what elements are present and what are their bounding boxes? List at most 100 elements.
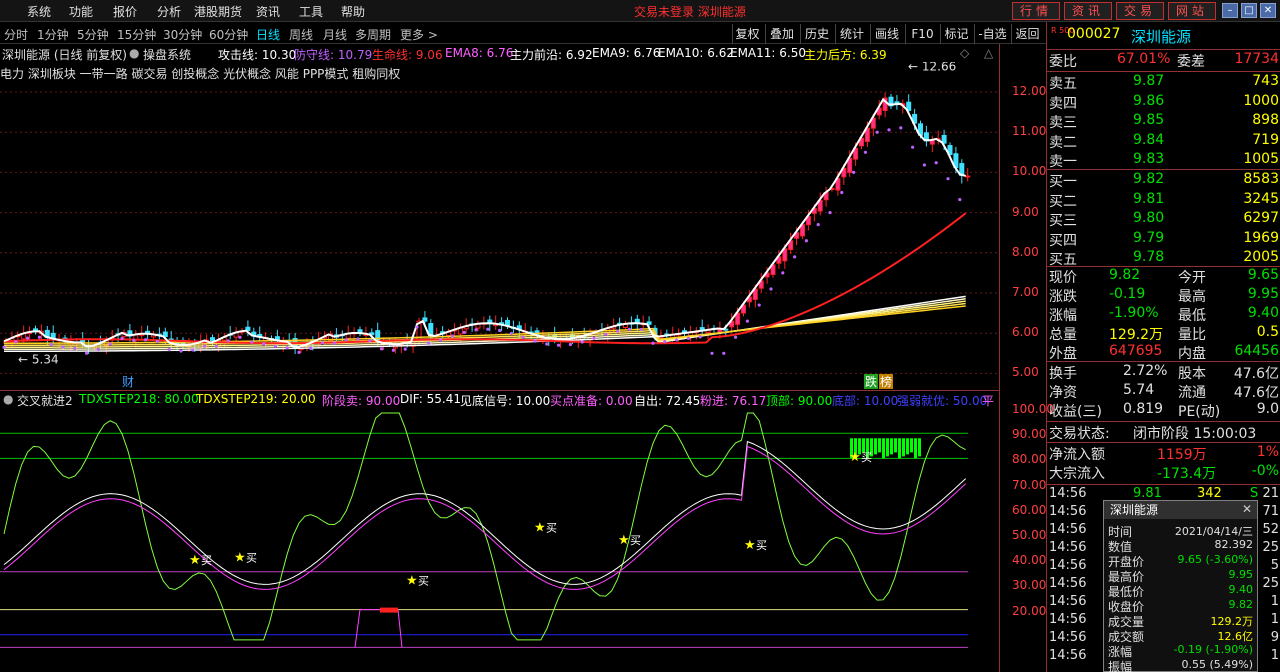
period-tab-4[interactable]: 30分钟: [163, 26, 202, 43]
tick-n: 1: [1270, 594, 1279, 609]
stat-value: -0.19: [1109, 286, 1146, 302]
top-zone-bar: [890, 438, 893, 455]
buy-star-icon: ★: [406, 573, 418, 588]
tick-time: 14:56: [1049, 594, 1087, 609]
ask-label: 卖二: [1049, 134, 1077, 151]
close-icon[interactable]: ✕: [1260, 3, 1276, 18]
stock-code: 000027: [1067, 26, 1121, 42]
period-tab-8[interactable]: 月线: [323, 26, 347, 43]
bid-price: 9.78: [1133, 249, 1165, 265]
tool-button-4[interactable]: 画线: [870, 24, 903, 44]
ask-vol: 898: [1252, 112, 1279, 128]
stat-label: 量比: [1178, 327, 1206, 343]
menu-item-3[interactable]: 分析: [157, 3, 181, 20]
tool-button-7[interactable]: -自选: [974, 24, 1010, 44]
period-tab-0[interactable]: 分时: [4, 26, 28, 43]
ask-label: 卖三: [1049, 115, 1077, 131]
tool-button-3[interactable]: 统计: [835, 24, 868, 44]
tool-button-5[interactable]: F10: [905, 24, 939, 44]
period-tab-1[interactable]: 1分钟: [37, 26, 69, 43]
minimize-icon[interactable]: –: [1222, 3, 1238, 18]
period-tab-6[interactable]: 日线: [256, 26, 280, 43]
tooltip-row: 振幅 0.55 (5.49%): [1104, 658, 1257, 672]
tool-button-6[interactable]: 标记: [940, 24, 972, 44]
buy-label: 买: [418, 574, 429, 587]
defense-dot: [486, 327, 490, 331]
top-button-1[interactable]: 资讯: [1064, 2, 1112, 20]
stat-row: 涨跌 -0.19 最高 9.95: [1047, 286, 1280, 305]
period-tab-9[interactable]: 多周期: [355, 26, 391, 43]
top-button-0[interactable]: 行情: [1012, 2, 1060, 20]
stat-label: PE(动): [1178, 404, 1221, 420]
menu-item-0[interactable]: 系统: [27, 3, 51, 20]
defense-dot: [474, 328, 478, 332]
finance-marker: 财: [122, 375, 134, 389]
menu-item-4[interactable]: 港股期货: [194, 3, 242, 20]
indicator-tick: 20.00: [1012, 603, 1047, 618]
tooltip-close-icon[interactable]: ✕: [1242, 502, 1252, 516]
menu-item-1[interactable]: 功能: [69, 3, 93, 20]
stat-row: 换手 2.72% 股本 47.6亿: [1047, 363, 1280, 382]
bid-vol: 2005: [1243, 249, 1279, 265]
indicator-dropdown-icon[interactable]: ●: [3, 392, 13, 406]
stat-row: 外盘 647695 内盘 64456: [1047, 343, 1280, 362]
stat-row: 收益(三) 0.819 PE(动) 9.0: [1047, 401, 1280, 420]
defense-dot: [793, 255, 797, 259]
defense-dot: [922, 163, 927, 167]
indicator-tick: 80.00: [1012, 452, 1047, 467]
tool-button-2[interactable]: 历史: [800, 24, 833, 44]
system-name[interactable]: 操盘系统: [143, 46, 191, 63]
stat-value: 9.40: [1247, 305, 1279, 321]
system-dropdown-icon[interactable]: ●: [129, 46, 139, 60]
defense-dot: [616, 329, 620, 333]
period-tab-10[interactable]: 更多 >: [400, 26, 438, 43]
stat-label: 涨幅: [1049, 308, 1077, 324]
defense-dot: [96, 347, 100, 352]
ask-row: 卖二 9.84 719: [1047, 132, 1280, 151]
indicator-tick: 70.00: [1012, 477, 1047, 492]
quote-header: R 500 000027 深圳能源: [1047, 26, 1280, 46]
stat-value: 5.74: [1123, 382, 1155, 398]
tool-button-8[interactable]: 返回: [1011, 24, 1043, 44]
period-tab-2[interactable]: 5分钟: [77, 26, 109, 43]
tool-button-1[interactable]: 叠加: [765, 24, 798, 44]
menu-item-7[interactable]: 帮助: [341, 3, 365, 20]
buy-label: 买: [861, 451, 872, 464]
bid-row: 买四 9.79 1969: [1047, 230, 1280, 249]
indicator-tick: 30.00: [1012, 578, 1047, 593]
defense-dot: [462, 330, 466, 334]
tick-n: 25: [1262, 540, 1279, 555]
bid-row: 买二 9.81 3245: [1047, 191, 1280, 210]
top-button-3[interactable]: 网站: [1168, 2, 1216, 20]
defense-dot: [639, 327, 643, 332]
tooltip-row: 最高价 9.95: [1104, 568, 1257, 584]
data-tooltip-window[interactable]: 深圳能源 ✕ 时间 2021/04/14/三 数值 82.392 开盘价 9.65 (-3…: [1103, 500, 1258, 672]
ask-vol: 743: [1252, 73, 1279, 89]
bid-vol: 8583: [1243, 171, 1279, 187]
ma-legend-2: 生命线: 9.06: [372, 48, 443, 62]
defense-dot: [509, 331, 513, 336]
menu-item-5[interactable]: 资讯: [256, 3, 280, 20]
tick-time: 14:56: [1049, 504, 1087, 519]
indicator-tick: 90.00: [1012, 427, 1047, 442]
indicator-chart[interactable]: ★ 买 ★ 买★ 买★ 买★ 买 ★ 买★ 买: [0, 406, 1000, 672]
stat-label: 涨跌: [1049, 289, 1077, 305]
maximize-icon[interactable]: □: [1241, 3, 1257, 18]
menu-item-6[interactable]: 工具: [299, 3, 323, 20]
period-tab-3[interactable]: 15分钟: [117, 26, 156, 43]
tool-button-0[interactable]: 复权: [732, 24, 762, 44]
menu-item-2[interactable]: 报价: [113, 3, 137, 20]
stat-value: 2.72%: [1123, 363, 1168, 379]
candlestick-chart[interactable]: ← 12.66 ← 5.34 财 跌榜: [0, 62, 1000, 392]
tooltip-value: 12.6亿: [1217, 630, 1254, 643]
top-zone-bar: [902, 438, 905, 457]
defense-dot: [722, 351, 726, 355]
period-tab-5[interactable]: 60分钟: [209, 26, 248, 43]
high-label: ← 12.66: [908, 62, 956, 73]
buy-label: 买: [546, 521, 557, 534]
ask-row: 卖一 9.83 1005: [1047, 151, 1280, 170]
period-tab-7[interactable]: 周线: [289, 26, 313, 43]
diamond-icon[interactable]: ◇: [960, 46, 969, 60]
collapse-icon[interactable]: △: [984, 46, 993, 60]
top-button-2[interactable]: 交易: [1116, 2, 1164, 20]
